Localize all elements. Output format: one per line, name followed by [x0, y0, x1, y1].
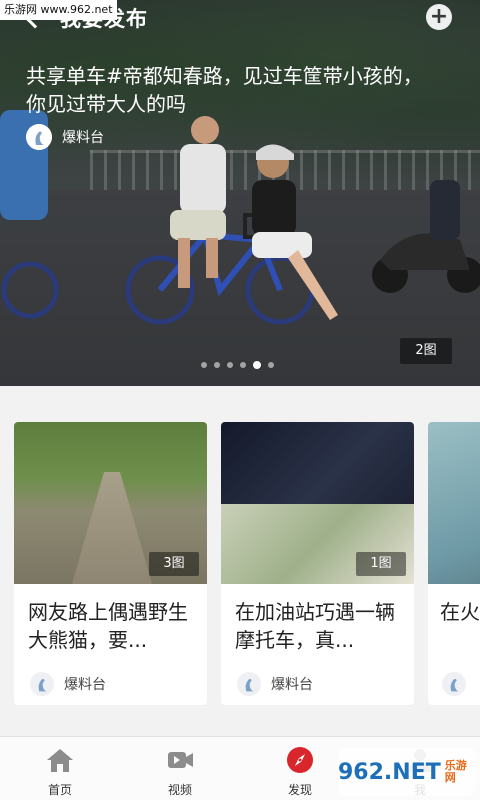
card-item[interactable]: 在火种情	[428, 422, 480, 705]
profile-icon	[442, 672, 466, 696]
card-thumbnail	[428, 422, 480, 584]
source-avatar	[30, 672, 54, 696]
tab-video[interactable]: 视频	[120, 737, 240, 800]
card-image-count-badge: 1图	[356, 552, 406, 576]
add-button[interactable]: +	[426, 4, 452, 30]
hero-image-count-badge: 2图	[400, 338, 452, 364]
card-title: 在加油站巧遇一辆摩托车，真...	[235, 600, 395, 652]
hero-photo-rider	[170, 116, 226, 288]
hero-source[interactable]: 爆料台	[26, 124, 104, 150]
card-title: 网友路上偶遇野生大熊猫，要...	[28, 600, 188, 652]
hero-photo-passenger	[252, 144, 338, 320]
thumbnail-top	[221, 422, 414, 504]
card-item[interactable]: 1图 在加油站巧遇一辆摩托车，真... 爆料台	[221, 422, 414, 705]
card-source-name: 爆料台	[64, 677, 106, 693]
app-screen: 2图 共享单车#帝都知春路，见过车筐带小孩的，你见过带大人的吗 爆料台 乐游网 …	[0, 0, 480, 800]
card-image-count-badge: 3图	[149, 552, 199, 576]
tab-label: 首页	[47, 783, 72, 797]
card-title: 在火种情	[440, 600, 480, 624]
profile-icon	[30, 672, 54, 696]
hero-title[interactable]: 共享单车#帝都知春路，见过车筐带小孩的，你见过带大人的吗	[26, 62, 426, 118]
watermark-top: 乐游网 www.962.net	[0, 0, 117, 20]
card-thumbnail: 1图	[221, 422, 414, 584]
carousel-dot[interactable]	[268, 362, 274, 368]
source-avatar	[26, 124, 52, 150]
card-source: 爆料台	[14, 660, 207, 696]
card-item[interactable]: 3图 网友路上偶遇野生大熊猫，要... 爆料台	[14, 422, 207, 705]
carousel-dot[interactable]	[240, 362, 246, 368]
carousel-dot[interactable]	[201, 362, 207, 368]
tab-label: 发现	[287, 783, 312, 797]
card-source: 爆料台	[221, 660, 414, 696]
home-icon	[45, 745, 75, 775]
hero-source-name: 爆料台	[62, 130, 104, 146]
hero-banner[interactable]: 2图 共享单车#帝都知春路，见过车筐带小孩的，你见过带大人的吗 爆料台	[0, 0, 480, 386]
source-avatar	[237, 672, 261, 696]
video-icon	[165, 745, 195, 775]
card-source	[428, 660, 480, 696]
carousel-dot[interactable]	[253, 361, 261, 369]
thumbnail-path	[72, 472, 152, 584]
compass-icon	[285, 745, 315, 775]
watermark-bottom: 962.NET 乐游网	[338, 748, 476, 796]
carousel-indicator[interactable]	[201, 361, 274, 369]
card-carousel[interactable]: 3图 网友路上偶遇野生大熊猫，要... 爆料台 1图 在加油站巧遇一辆摩托车，真…	[0, 386, 480, 736]
card-thumbnail: 3图	[14, 422, 207, 584]
watermark-sub: 乐游网	[444, 759, 467, 784]
card-source-name: 爆料台	[271, 677, 313, 693]
tab-label: 视频	[167, 783, 192, 797]
profile-icon	[26, 124, 52, 150]
carousel-dot[interactable]	[227, 362, 233, 368]
profile-icon	[237, 672, 261, 696]
watermark-brand: 962.NET	[338, 759, 441, 785]
plus-icon: +	[429, 4, 449, 29]
tab-home[interactable]: 首页	[0, 737, 120, 800]
hero-photo-scooter	[372, 180, 480, 293]
carousel-dot[interactable]	[214, 362, 220, 368]
source-avatar	[442, 672, 466, 696]
